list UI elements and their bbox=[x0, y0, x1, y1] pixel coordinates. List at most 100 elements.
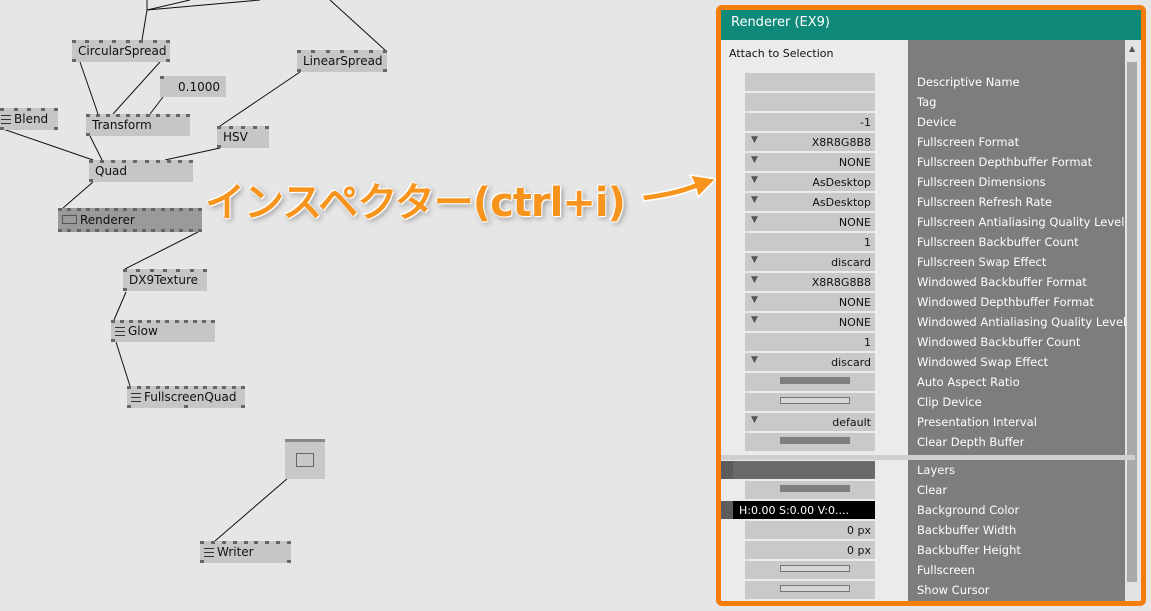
inspector-row[interactable]: discard ▼ Windowed Swap Effect bbox=[721, 352, 1135, 372]
dropdown-triangle-icon[interactable]: ▼ bbox=[751, 295, 758, 305]
inspector-row[interactable]: Auto Aspect Ratio bbox=[721, 372, 1135, 392]
patch-editor[interactable]: CircularSpread LinearSpread 0.1000 Blend… bbox=[0, 0, 700, 611]
pin-name: Show Cursor bbox=[917, 583, 990, 597]
fullscreen-quad-label: FullscreenQuad bbox=[144, 390, 237, 404]
pin-value[interactable]: NONE bbox=[745, 153, 875, 171]
transform-label: Transform bbox=[92, 118, 152, 132]
pin-value[interactable]: AsDesktop bbox=[745, 193, 875, 211]
inspector-row[interactable]: Clear Depth Buffer bbox=[721, 432, 1135, 452]
pin-name: Fullscreen Refresh Rate bbox=[917, 195, 1053, 209]
dropdown-triangle-icon[interactable]: ▼ bbox=[751, 215, 758, 225]
pin-name: Device bbox=[917, 115, 957, 129]
pin-name: Layers bbox=[917, 463, 956, 477]
dropdown-triangle-icon[interactable]: ▼ bbox=[751, 135, 758, 145]
inspector-row[interactable]: Clip Device bbox=[721, 392, 1135, 412]
scroll-up-icon[interactable]: ▲ bbox=[1129, 44, 1135, 53]
inspector-row[interactable]: 0 px Backbuffer Height bbox=[721, 540, 1135, 560]
dx9texture-node[interactable]: DX9Texture bbox=[123, 269, 207, 291]
writer-preview-iobox[interactable] bbox=[285, 439, 325, 479]
pin-value[interactable]: NONE bbox=[745, 313, 875, 331]
dropdown-triangle-icon[interactable]: ▼ bbox=[751, 175, 758, 185]
inspector-row[interactable]: Fullscreen bbox=[721, 560, 1135, 580]
dropdown-triangle-icon[interactable]: ▼ bbox=[751, 275, 758, 285]
inspector-row[interactable]: 0 px Backbuffer Width bbox=[721, 520, 1135, 540]
pin-name: Windowed Backbuffer Count bbox=[917, 335, 1081, 349]
iobox-value-node[interactable]: 0.1000 bbox=[160, 76, 226, 97]
dropdown-triangle-icon[interactable]: ▼ bbox=[751, 415, 758, 425]
inspector-row[interactable]: X8R8G8B8 ▼ Windowed Backbuffer Format bbox=[721, 272, 1135, 292]
inspector-title: Renderer (EX9) bbox=[721, 10, 1141, 40]
pin-value[interactable]: 1 bbox=[745, 333, 875, 351]
inspector-row[interactable]: NONE ▼ Fullscreen Depthbuffer Format bbox=[721, 152, 1135, 172]
inspector-row[interactable]: 1 Windowed Backbuffer Count bbox=[721, 332, 1135, 352]
inspector-row[interactable]: NONE ▼ Windowed Depthbuffer Format bbox=[721, 292, 1135, 312]
fullscreen-quad-node[interactable]: FullscreenQuad bbox=[127, 386, 245, 408]
hsv-node[interactable]: HSV bbox=[217, 126, 269, 148]
inspector-row[interactable]: NONE ▼ Windowed Antialiasing Quality Level bbox=[721, 312, 1135, 332]
pin-value[interactable]: NONE bbox=[745, 213, 875, 231]
pin-value[interactable] bbox=[745, 93, 875, 111]
pin-value[interactable] bbox=[733, 461, 875, 479]
toggle-off[interactable] bbox=[780, 585, 850, 592]
node-menu-icon bbox=[204, 548, 214, 557]
pin-value[interactable]: discard bbox=[745, 253, 875, 271]
inspector-row[interactable]: AsDesktop ▼ Fullscreen Refresh Rate bbox=[721, 192, 1135, 212]
blend-node[interactable]: Blend bbox=[0, 108, 58, 130]
toggle-on[interactable] bbox=[780, 437, 850, 444]
dropdown-triangle-icon[interactable]: ▼ bbox=[751, 355, 758, 365]
inspector-row[interactable]: -1 Device bbox=[721, 112, 1135, 132]
dropdown-triangle-icon[interactable]: ▼ bbox=[751, 195, 758, 205]
node-menu-icon bbox=[115, 327, 125, 336]
inspector-row[interactable]: Clear bbox=[721, 480, 1135, 500]
glow-node[interactable]: Glow bbox=[111, 320, 215, 342]
pin-value[interactable]: -1 bbox=[745, 113, 875, 131]
node-menu-icon bbox=[131, 393, 141, 402]
renderer-window-icon bbox=[62, 215, 77, 224]
pin-value[interactable]: default bbox=[745, 413, 875, 431]
toggle-off[interactable] bbox=[780, 565, 850, 572]
inspector-row[interactable]: Tag bbox=[721, 92, 1135, 112]
inspector-row[interactable]: Show Cursor bbox=[721, 580, 1135, 600]
inspector-shortcut-callout: インスペクター(ctrl+i) bbox=[205, 180, 626, 226]
pin-name: Windowed Depthbuffer Format bbox=[917, 295, 1094, 309]
inspector-row[interactable]: 1 Fullscreen Backbuffer Count bbox=[721, 232, 1135, 252]
iobox-value: 0.1000 bbox=[178, 80, 220, 94]
inspector-row[interactable]: AsDesktop ▼ Fullscreen Dimensions bbox=[721, 172, 1135, 192]
pin-value[interactable]: 1 bbox=[745, 233, 875, 251]
inspector-row[interactable]: Layers bbox=[721, 460, 1135, 480]
pin-name: Windowed Antialiasing Quality Level bbox=[917, 315, 1127, 329]
toggle-on[interactable] bbox=[780, 485, 850, 492]
pin-value[interactable]: AsDesktop bbox=[745, 173, 875, 191]
inspector-row[interactable]: default ▼ Presentation Interval bbox=[721, 412, 1135, 432]
pin-value[interactable]: X8R8G8B8 bbox=[745, 133, 875, 151]
pin-name: Presentation Interval bbox=[917, 415, 1037, 429]
transform-node[interactable]: Transform bbox=[86, 114, 190, 136]
pin-value[interactable]: X8R8G8B8 bbox=[745, 273, 875, 291]
inspector-row[interactable]: X8R8G8B8 ▼ Fullscreen Format bbox=[721, 132, 1135, 152]
dropdown-triangle-icon[interactable]: ▼ bbox=[751, 255, 758, 265]
renderer-node[interactable]: Renderer bbox=[58, 208, 202, 232]
inspector-row[interactable]: H:0.00 S:0.00 V:0.... Background Color bbox=[721, 500, 1135, 520]
inspector-row[interactable]: NONE ▼ Fullscreen Antialiasing Quality Lev… bbox=[721, 212, 1135, 232]
inspector-row[interactable]: discard ▼ Fullscreen Swap Effect bbox=[721, 252, 1135, 272]
toggle-off[interactable] bbox=[780, 397, 850, 404]
writer-node[interactable]: Writer bbox=[200, 541, 291, 563]
toggle-on[interactable] bbox=[780, 377, 850, 384]
pin-value[interactable]: NONE bbox=[745, 293, 875, 311]
pin-value[interactable]: discard bbox=[745, 353, 875, 371]
pin-value[interactable]: 0 px bbox=[745, 521, 875, 539]
dropdown-triangle-icon[interactable]: ▼ bbox=[751, 315, 758, 325]
attach-to-selection-toggle[interactable]: Attach to Selection bbox=[729, 47, 833, 60]
inspector-window[interactable]: Renderer (EX9) Attach to Selection ▲ Des… bbox=[716, 5, 1146, 606]
pin-value[interactable]: 0 px bbox=[745, 541, 875, 559]
pin-name: Fullscreen Backbuffer Count bbox=[917, 235, 1079, 249]
circular-spread-node[interactable]: CircularSpread bbox=[72, 40, 170, 62]
inspector-row[interactable]: Descriptive Name bbox=[721, 72, 1135, 92]
pin-name: Fullscreen Antialiasing Quality Level bbox=[917, 215, 1125, 229]
color-value[interactable]: H:0.00 S:0.00 V:0.... bbox=[733, 501, 875, 519]
quad-node[interactable]: Quad bbox=[89, 160, 193, 182]
dropdown-triangle-icon[interactable]: ▼ bbox=[751, 155, 758, 165]
pin-value[interactable] bbox=[745, 73, 875, 91]
renderer-label: Renderer bbox=[80, 213, 135, 227]
linear-spread-node[interactable]: LinearSpread bbox=[297, 50, 387, 72]
